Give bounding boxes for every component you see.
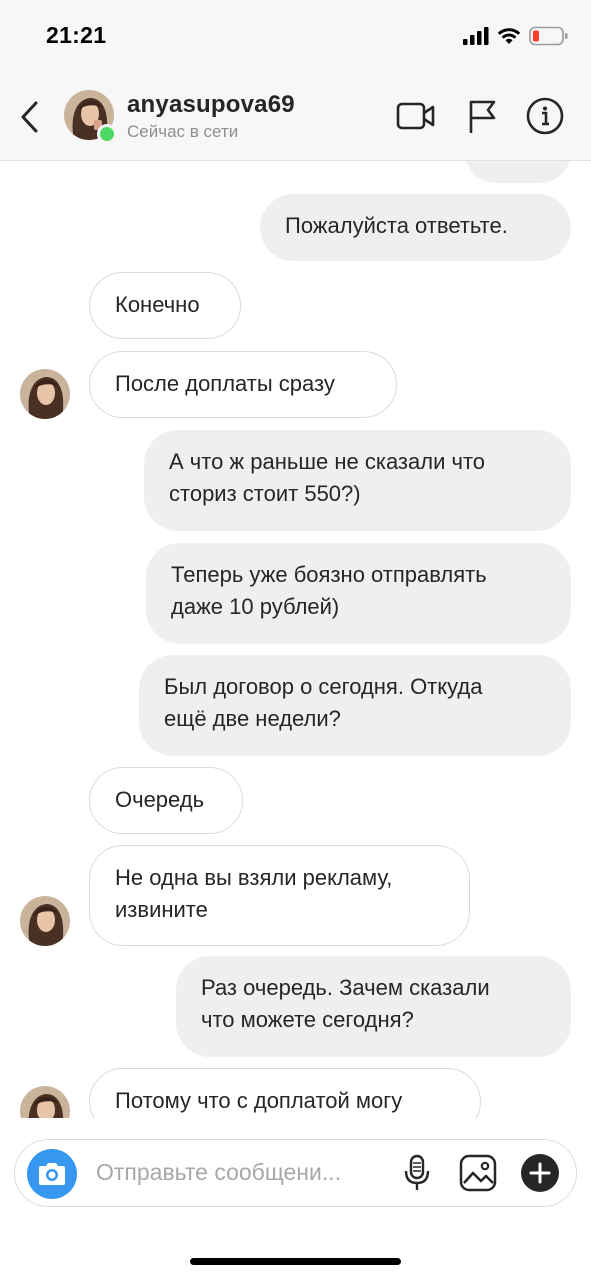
- status-icons: [463, 25, 569, 47]
- message-bubble-outgoing[interactable]: А что ж раньше не сказали что сториз сто…: [144, 430, 571, 531]
- sender-avatar[interactable]: [20, 369, 70, 419]
- microphone-icon: [404, 1154, 430, 1190]
- message-composer: Отправьте сообщени...: [14, 1139, 577, 1207]
- message-text-line: Был договор о сегодня. Откуда: [164, 674, 483, 699]
- camera-button[interactable]: [27, 1149, 77, 1199]
- contact-presence: Сейчас в сети: [127, 122, 239, 141]
- sender-avatar[interactable]: [20, 1086, 70, 1118]
- video-call-icon: [396, 102, 435, 130]
- message-bubble-outgoing[interactable]: Теперь уже боязно отправлять даже 10 руб…: [146, 543, 571, 644]
- message-bubble-incoming[interactable]: Не одна вы взяли рекламу, извините: [89, 845, 470, 946]
- voice-message-button[interactable]: [396, 1152, 438, 1194]
- status-time: 21:21: [46, 22, 107, 48]
- message-bubble-outgoing[interactable]: Пожалуйста ответьте.: [260, 194, 571, 261]
- message-text-line: сториз стоит 550?): [169, 481, 361, 506]
- message-list[interactable]: Пожалуйста ответьте. Конечно После допла…: [0, 161, 591, 1118]
- info-button[interactable]: [524, 95, 566, 137]
- signal-icon: [463, 27, 489, 45]
- add-icon: [521, 1154, 559, 1192]
- home-indicator[interactable]: [190, 1258, 401, 1265]
- report-button[interactable]: [461, 95, 503, 137]
- message-bubble-outgoing[interactable]: Раз очередь. Зачем сказали что можете се…: [176, 956, 571, 1057]
- message-text-line: ещё две недели?: [164, 706, 341, 731]
- flag-icon: [469, 100, 496, 133]
- message-input[interactable]: Отправьте сообщени...: [96, 1159, 341, 1186]
- camera-icon: [39, 1163, 65, 1185]
- message-text-line: А что ж раньше не сказали что: [169, 449, 486, 474]
- message-text-line: извините: [115, 897, 208, 922]
- message-bubble-incoming[interactable]: Конечно: [89, 272, 241, 339]
- wifi-icon: [497, 28, 521, 44]
- message-text: Пожалуйста ответьте.: [285, 213, 508, 238]
- message-text-line: Не одна вы взяли рекламу,: [115, 865, 393, 890]
- info-icon: [526, 97, 564, 135]
- message-text: Конечно: [115, 292, 200, 317]
- add-button[interactable]: [519, 1152, 561, 1194]
- chat-header: anyasupova69 Сейчас в сети: [0, 75, 591, 161]
- message-text-line: даже 10 рублей): [171, 594, 340, 619]
- message-bubble-incoming[interactable]: После доплаты сразу: [89, 351, 397, 418]
- contact-username[interactable]: anyasupova69: [127, 91, 295, 119]
- message-bubble-incoming[interactable]: Очередь: [89, 767, 243, 834]
- message-text-line: Раз очередь. Зачем сказали: [201, 975, 490, 1000]
- message-text: Потому что с доплатой могу: [115, 1088, 403, 1113]
- message-bubble-outgoing[interactable]: Был договор о сегодня. Откуда ещё две не…: [139, 655, 571, 756]
- message-text: После доплаты сразу: [115, 371, 335, 396]
- message-text: Очередь: [115, 787, 205, 812]
- message-text-line: что можете сегодня?: [201, 1007, 414, 1032]
- back-button[interactable]: [14, 97, 46, 137]
- status-bar: 21:21: [0, 0, 591, 75]
- video-call-button[interactable]: [395, 95, 437, 137]
- online-indicator: [97, 124, 117, 144]
- gallery-button[interactable]: [457, 1152, 499, 1194]
- battery-icon: [529, 26, 568, 46]
- message-bubble-incoming[interactable]: Потому что с доплатой могу: [89, 1068, 481, 1118]
- gallery-icon: [459, 1154, 497, 1192]
- message-text-line: Теперь уже боязно отправлять: [171, 562, 487, 587]
- previous-message-bubble[interactable]: [465, 161, 571, 183]
- sender-avatar[interactable]: [20, 896, 70, 946]
- back-icon: [21, 101, 38, 133]
